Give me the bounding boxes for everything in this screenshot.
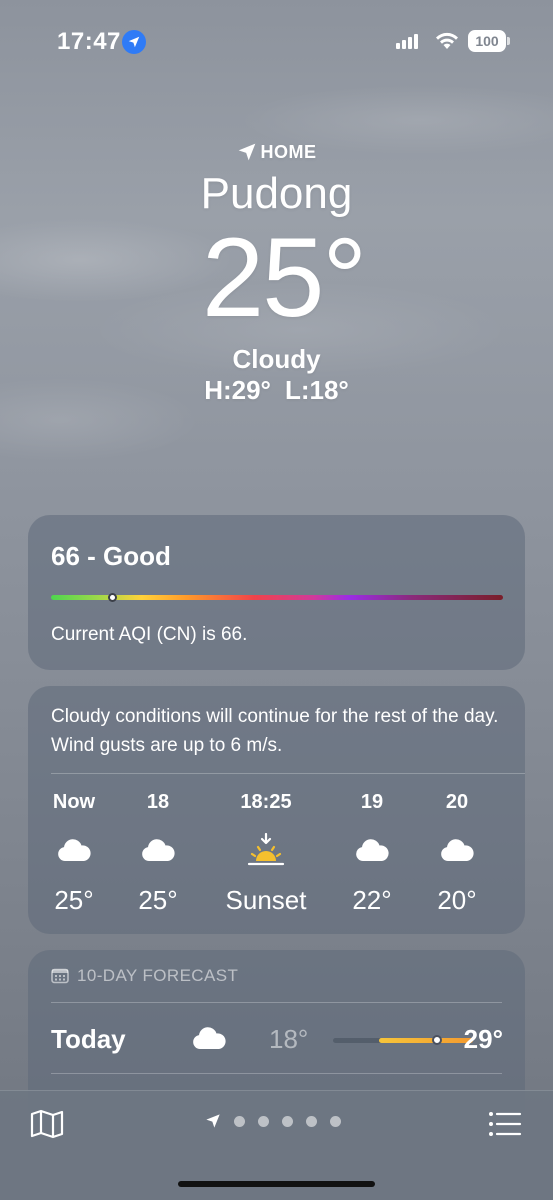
hour-temp: 25° bbox=[54, 885, 94, 915]
hour-label: 19 bbox=[360, 791, 384, 813]
air-quality-card[interactable]: 66 - Good Current AQI (CN) is 66. bbox=[28, 515, 525, 670]
divider bbox=[51, 773, 525, 774]
hourly-forecast-card[interactable]: Cloudy conditions will continue for the … bbox=[28, 686, 525, 934]
hour-item: Now 25° bbox=[34, 791, 114, 916]
hour-item: 18:25 Sunset bbox=[206, 791, 326, 916]
page-indicator[interactable] bbox=[205, 1113, 341, 1129]
aqi-title: 66 - Good bbox=[51, 541, 171, 571]
divider bbox=[51, 1002, 502, 1003]
wifi-icon bbox=[434, 30, 460, 55]
page-dot bbox=[258, 1115, 269, 1127]
page-dot bbox=[306, 1115, 317, 1127]
forecast-header-label: 10-DAY FORECAST bbox=[77, 966, 239, 985]
cloud-icon bbox=[191, 1026, 227, 1055]
hour-item: 20 20° bbox=[417, 791, 497, 916]
temperature-range-bar bbox=[333, 1035, 473, 1045]
forecast-row-today[interactable]: Today 18° 29° bbox=[51, 1018, 503, 1062]
sunset-icon bbox=[206, 825, 326, 875]
hour-item: 19 22° bbox=[332, 791, 412, 916]
page-dot bbox=[330, 1115, 341, 1127]
map-icon[interactable] bbox=[30, 1109, 64, 1144]
current-weather-header: HOME Pudong 25° Cloudy H:29° L:18° bbox=[0, 140, 553, 406]
home-label: HOME bbox=[260, 141, 317, 162]
hour-item: 18 25° bbox=[118, 791, 198, 916]
page-dot bbox=[234, 1115, 245, 1127]
sunset-label: Sunset bbox=[225, 885, 307, 915]
cloud-icon bbox=[34, 825, 114, 875]
cloud-icon bbox=[417, 825, 497, 875]
hour-temp: 22° bbox=[352, 885, 392, 915]
status-bar: 17:47 100 bbox=[0, 0, 553, 80]
list-icon[interactable] bbox=[488, 1111, 522, 1142]
temperature-range-fill bbox=[379, 1038, 473, 1043]
city-name: Pudong bbox=[200, 169, 353, 218]
location-arrow-icon bbox=[238, 143, 255, 161]
cloud-icon bbox=[332, 825, 412, 875]
condition-text: Cloudy bbox=[232, 344, 321, 374]
divider bbox=[51, 1073, 502, 1074]
high-temp: H:29° bbox=[204, 375, 271, 405]
hour-label: 20 bbox=[445, 791, 469, 813]
low-temp: L:18° bbox=[284, 375, 349, 405]
hour-temp: 25° bbox=[138, 885, 178, 915]
current-temp-dot bbox=[431, 1035, 442, 1045]
hourly-summary: Cloudy conditions will continue for the … bbox=[51, 706, 499, 756]
calendar-icon bbox=[51, 968, 69, 984]
forecast-high: 29° bbox=[463, 1024, 503, 1054]
hour-label: 18 bbox=[146, 791, 170, 813]
home-indicator[interactable] bbox=[178, 1181, 375, 1187]
forecast-day: Today bbox=[51, 1024, 126, 1054]
cellular-signal-icon bbox=[396, 34, 418, 49]
aqi-description: Current AQI (CN) is 66. bbox=[51, 624, 248, 645]
page-dot bbox=[282, 1115, 293, 1127]
location-arrow-icon bbox=[122, 30, 146, 54]
home-location-label: HOME bbox=[0, 140, 553, 164]
current-temperature: 25° bbox=[201, 215, 367, 340]
status-time: 17:47 bbox=[57, 28, 121, 55]
hour-temp: 20° bbox=[437, 885, 477, 915]
hour-label: Now bbox=[52, 791, 96, 813]
cloud-icon bbox=[118, 825, 198, 875]
high-low: H:29° L:18° bbox=[0, 374, 553, 406]
location-arrow-icon bbox=[206, 1114, 220, 1128]
battery-level: 100 bbox=[475, 33, 499, 49]
hour-label: 18:25 bbox=[240, 791, 292, 813]
battery-tip bbox=[507, 37, 510, 45]
forecast-low: 18° bbox=[269, 1024, 309, 1054]
aqi-scale-bar bbox=[51, 593, 503, 602]
battery-icon: 100 bbox=[468, 30, 506, 52]
aqi-indicator-dot bbox=[108, 593, 118, 602]
forecast-header: 10-DAY FORECAST bbox=[51, 966, 238, 986]
